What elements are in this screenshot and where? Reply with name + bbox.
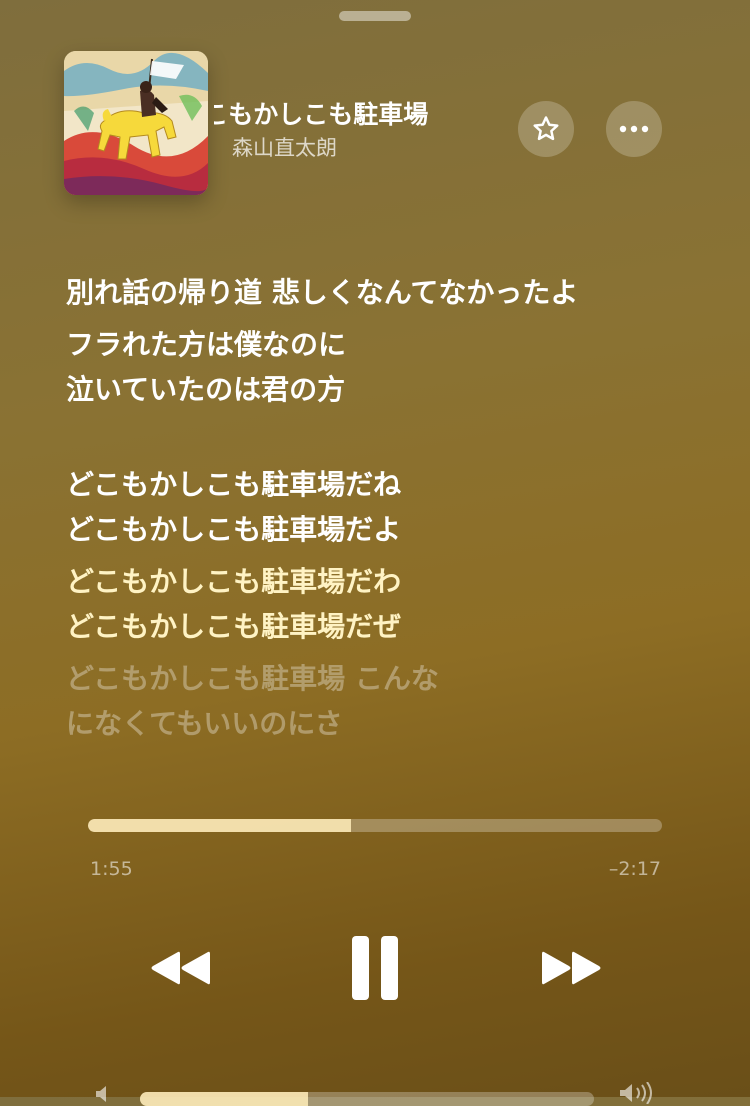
lyric-line-current[interactable]: どこもかしこも駐車場だわ — [66, 559, 706, 604]
pause-icon — [352, 936, 398, 1000]
volume-fill — [140, 1092, 308, 1106]
lyric-line[interactable]: 泣いていたのは君の方 — [66, 367, 706, 412]
speaker-low-icon — [96, 1086, 106, 1102]
fast-forward-icon — [542, 951, 601, 985]
next-button[interactable] — [532, 928, 612, 1008]
play-pause-button[interactable] — [340, 928, 410, 1008]
lyric-line-current[interactable]: どこもかしこも駐車場だぜ — [66, 604, 706, 649]
favorite-button[interactable] — [518, 101, 574, 157]
rewind-icon — [151, 951, 210, 985]
ellipsis-icon — [619, 125, 649, 133]
lyric-line[interactable]: どこもかしこも駐車場だよ — [66, 507, 706, 552]
star-icon — [533, 116, 559, 141]
lyric-line-upcoming[interactable]: どこもかしこも駐車場 こんな — [66, 656, 706, 701]
lyric-line[interactable]: フラれた方は僕なのに — [66, 322, 706, 367]
playback-scrubber[interactable] — [88, 819, 662, 832]
sheet-grabber[interactable] — [339, 11, 411, 21]
more-button[interactable] — [606, 101, 662, 157]
lyric-line[interactable]: どこもかしこも駐車場だね — [66, 462, 706, 507]
elapsed-time: 1:55 — [90, 858, 133, 880]
lyrics-view[interactable]: 別れ話の帰り道 悲しくなんてなかったよ フラれた方は僕なのに 泣いていたのは君の… — [66, 270, 706, 746]
volume-slider[interactable] — [140, 1092, 594, 1106]
song-title: 車場 どこもかしこも駐車場 — [214, 100, 429, 129]
lyric-line-upcoming[interactable]: になくてもいいのにさ — [66, 701, 706, 746]
speaker-high-icon — [620, 1082, 652, 1104]
volume-row — [0, 1082, 750, 1106]
lyric-line[interactable]: 別れ話の帰り道 悲しくなんてなかったよ — [66, 270, 706, 315]
remaining-time: –2:17 — [608, 858, 661, 880]
artist-name[interactable]: 森山直太朗 — [232, 134, 337, 162]
song-title-marquee: 車場 どこもかしこも駐車場 — [214, 98, 510, 132]
playback-progress-fill — [88, 819, 352, 832]
previous-button[interactable] — [140, 928, 220, 1008]
album-artwork — [64, 51, 208, 195]
